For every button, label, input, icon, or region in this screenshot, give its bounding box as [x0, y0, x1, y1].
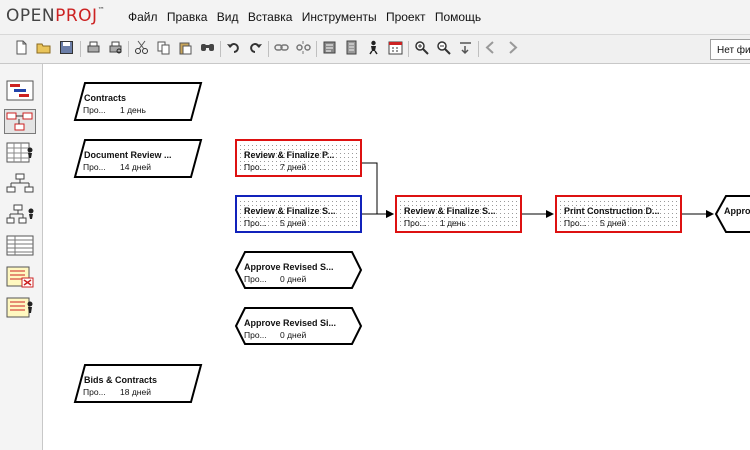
network-view-icon[interactable] — [4, 109, 36, 134]
node-duration: 5 дней — [600, 218, 626, 228]
copy-icon[interactable] — [156, 40, 171, 55]
menu-insert[interactable]: Вставка — [248, 10, 293, 24]
link-icon[interactable] — [274, 40, 289, 55]
print-preview-icon[interactable] — [108, 40, 123, 55]
toolbar-separator — [408, 41, 409, 57]
node-name: Review & Finalize S... — [244, 206, 336, 216]
network-node[interactable]: Review & Finalize S... Про... 5 дней — [235, 195, 362, 233]
toolbar-separator — [128, 41, 129, 57]
network-node[interactable]: Print Construction D... Про... 5 дней — [555, 195, 682, 233]
forward-icon[interactable] — [505, 40, 520, 55]
new-icon[interactable] — [14, 40, 29, 55]
node-name: Document Review ... — [84, 150, 172, 160]
undo-icon[interactable] — [226, 40, 241, 55]
node-prefix: Про... — [83, 162, 106, 172]
node-name: Bids & Contracts — [84, 375, 157, 385]
node-duration: 14 дней — [120, 162, 151, 172]
open-icon[interactable] — [36, 40, 51, 55]
node-name: Review & Finalize P... — [244, 150, 334, 160]
indent-icon[interactable] — [458, 40, 473, 55]
calendar-icon[interactable] — [388, 40, 403, 55]
node-duration: 5 дней — [280, 218, 306, 228]
back-icon[interactable] — [483, 40, 498, 55]
unlink-icon[interactable] — [296, 40, 311, 55]
node-prefix: Про... — [244, 218, 267, 228]
node-duration: 0 дней — [280, 330, 306, 340]
zoom-in-icon[interactable] — [414, 40, 429, 55]
app-logo: OPENPROJ™ — [6, 6, 106, 26]
zoom-out-icon[interactable] — [436, 40, 451, 55]
notes-icon[interactable] — [344, 40, 359, 55]
node-duration: 1 день — [120, 105, 146, 115]
network-node[interactable]: Review & Finalize S... Про... 1 день — [395, 195, 522, 233]
menu-project[interactable]: Проект — [386, 10, 426, 24]
network-node[interactable]: Document Review ... Про... 14 дней — [73, 139, 203, 178]
redo-icon[interactable] — [248, 40, 263, 55]
node-name: Approve Revised Si... — [244, 318, 336, 328]
paste-icon[interactable] — [178, 40, 193, 55]
menu-view[interactable]: Вид — [217, 10, 239, 24]
network-node[interactable]: Approve Revised Si... Про... 0 дней — [234, 307, 363, 345]
main-menu: Файл Правка Вид Вставка Инструменты Прое… — [128, 10, 487, 24]
menu-help[interactable]: Помощь — [435, 10, 481, 24]
node-name: Approve Revised S... — [244, 262, 334, 272]
network-node[interactable]: Contracts Про... 1 день — [73, 82, 203, 121]
node-prefix: Про... — [244, 162, 267, 172]
save-icon[interactable] — [59, 40, 74, 55]
network-node[interactable]: Appro — [714, 195, 750, 233]
node-prefix: Про... — [83, 105, 106, 115]
network-node[interactable]: Approve Revised S... Про... 0 дней — [234, 251, 363, 289]
node-duration: 0 дней — [280, 274, 306, 284]
node-duration: 18 дней — [120, 387, 151, 397]
view-sidebar — [0, 64, 43, 450]
resource-usage-icon[interactable] — [4, 140, 36, 165]
print-icon[interactable] — [86, 40, 101, 55]
assign-resource-icon[interactable] — [366, 40, 381, 55]
task-usage-icon[interactable] — [4, 233, 36, 258]
rbs-icon[interactable] — [4, 202, 36, 227]
node-prefix: Про... — [244, 330, 267, 340]
network-node[interactable]: Review & Finalize P... Про... 7 дней — [235, 139, 362, 177]
toolbar-separator — [220, 41, 221, 57]
wbs-icon[interactable] — [4, 171, 36, 196]
node-name: Review & Finalize S... — [404, 206, 496, 216]
network-diagram: Contracts Про... 1 день Document Review … — [43, 64, 750, 450]
node-prefix: Про... — [404, 218, 427, 228]
menu-edit[interactable]: Правка — [167, 10, 208, 24]
node-prefix: Про... — [83, 387, 106, 397]
resource-report-icon[interactable] — [4, 295, 36, 320]
node-name: Contracts — [84, 93, 126, 103]
report-icon[interactable] — [4, 264, 36, 289]
menu-tools[interactable]: Инструменты — [302, 10, 377, 24]
node-prefix: Про... — [564, 218, 587, 228]
node-name: Print Construction D... — [564, 206, 660, 216]
menu-file[interactable]: Файл — [128, 10, 158, 24]
gantt-view-icon[interactable] — [4, 78, 36, 103]
network-node[interactable]: Bids & Contracts Про... 18 дней — [73, 364, 203, 403]
node-name: Appro — [724, 206, 750, 216]
toolbar-separator — [316, 41, 317, 57]
node-duration: 7 дней — [280, 162, 306, 172]
cut-icon[interactable] — [134, 40, 149, 55]
task-info-icon[interactable] — [322, 40, 337, 55]
menu-bar: OPENPROJ™ Файл Правка Вид Вставка Инстру… — [0, 0, 750, 35]
filter-select[interactable]: Нет фи — [710, 39, 750, 60]
dependency-link[interactable] — [361, 162, 394, 218]
node-prefix: Про... — [244, 274, 267, 284]
node-duration: 1 день — [440, 218, 466, 228]
find-icon[interactable] — [200, 40, 215, 55]
toolbar-separator — [80, 41, 81, 57]
toolbar-separator — [478, 41, 479, 57]
toolbar — [0, 35, 750, 64]
toolbar-separator — [268, 41, 269, 57]
